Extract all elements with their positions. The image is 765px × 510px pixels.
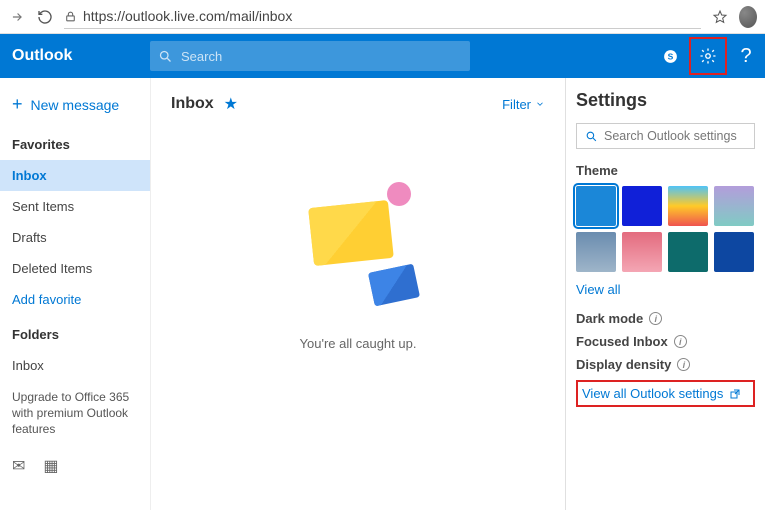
focused-inbox-label[interactable]: Focused Inbox i bbox=[576, 334, 755, 349]
info-icon[interactable]: i bbox=[677, 358, 690, 371]
app-header: Outlook Search S ? bbox=[0, 34, 765, 78]
sidebar-item-drafts[interactable]: Drafts bbox=[0, 222, 150, 253]
theme-view-all-link[interactable]: View all bbox=[576, 282, 755, 297]
sidebar-item-deleted[interactable]: Deleted Items bbox=[0, 253, 150, 284]
search-icon bbox=[585, 130, 598, 143]
settings-search-input[interactable]: Search Outlook settings bbox=[576, 123, 755, 149]
settings-panel: Settings Search Outlook settings Theme V… bbox=[565, 78, 765, 510]
sidebar-item-inbox[interactable]: Inbox bbox=[0, 160, 150, 191]
view-all-outlook-settings-link[interactable]: View all Outlook settings bbox=[576, 380, 755, 407]
filter-button[interactable]: Filter bbox=[502, 97, 545, 112]
settings-title: Settings bbox=[576, 90, 755, 111]
theme-swatch[interactable] bbox=[576, 186, 616, 226]
mail-app-icon[interactable]: ✉ bbox=[12, 456, 25, 476]
filter-label: Filter bbox=[502, 97, 531, 112]
inbox-title: Inbox bbox=[171, 95, 214, 113]
search-icon bbox=[158, 49, 173, 64]
theme-swatch[interactable] bbox=[714, 232, 754, 272]
lock-icon bbox=[64, 10, 77, 23]
folder-inbox[interactable]: Inbox bbox=[0, 350, 150, 381]
empty-state: You're all caught up. bbox=[151, 126, 565, 510]
url-text: https://outlook.live.com/mail/inbox bbox=[83, 8, 292, 24]
settings-gear-icon[interactable] bbox=[689, 37, 727, 75]
add-favorite-link[interactable]: Add favorite bbox=[0, 284, 150, 315]
refresh-icon[interactable] bbox=[36, 9, 54, 25]
sidebar: + New message Favorites Inbox Sent Items… bbox=[0, 78, 150, 510]
theme-swatch[interactable] bbox=[576, 232, 616, 272]
skype-icon[interactable]: S bbox=[651, 37, 689, 75]
folders-header: Folders bbox=[0, 315, 150, 350]
plus-icon: + bbox=[12, 94, 23, 115]
svg-text:S: S bbox=[667, 51, 673, 61]
favorites-header: Favorites bbox=[0, 125, 150, 160]
search-placeholder: Search bbox=[181, 49, 222, 64]
upgrade-banner[interactable]: Upgrade to Office 365 with premium Outlo… bbox=[0, 381, 150, 446]
app-switcher: ✉ ▦ bbox=[0, 446, 150, 486]
empty-text: You're all caught up. bbox=[300, 336, 417, 351]
main-area: Inbox ★ Filter You're all caught up. bbox=[150, 78, 565, 510]
theme-swatch[interactable] bbox=[622, 232, 662, 272]
display-density-label[interactable]: Display density i bbox=[576, 357, 755, 372]
info-icon[interactable]: i bbox=[649, 312, 662, 325]
theme-swatch[interactable] bbox=[622, 186, 662, 226]
theme-swatch[interactable] bbox=[668, 186, 708, 226]
empty-illustration bbox=[303, 186, 413, 296]
chevron-down-icon bbox=[535, 99, 545, 109]
brand-label: Outlook bbox=[0, 47, 150, 65]
theme-swatches bbox=[576, 186, 755, 272]
dark-mode-label[interactable]: Dark mode i bbox=[576, 311, 755, 326]
star-icon[interactable]: ★ bbox=[224, 94, 238, 114]
forward-icon[interactable] bbox=[8, 10, 26, 24]
address-bar[interactable]: https://outlook.live.com/mail/inbox bbox=[64, 5, 701, 29]
theme-swatch[interactable] bbox=[668, 232, 708, 272]
theme-swatch[interactable] bbox=[714, 186, 754, 226]
calendar-app-icon[interactable]: ▦ bbox=[43, 456, 58, 476]
browser-chrome: https://outlook.live.com/mail/inbox bbox=[0, 0, 765, 34]
popout-icon bbox=[729, 388, 741, 400]
theme-label: Theme bbox=[576, 163, 755, 178]
info-icon[interactable]: i bbox=[674, 335, 687, 348]
sidebar-item-sent[interactable]: Sent Items bbox=[0, 191, 150, 222]
profile-avatar[interactable] bbox=[739, 6, 757, 28]
help-icon[interactable]: ? bbox=[727, 37, 765, 75]
new-message-button[interactable]: + New message bbox=[0, 84, 150, 125]
settings-search-placeholder: Search Outlook settings bbox=[604, 129, 737, 143]
search-input[interactable]: Search bbox=[150, 41, 470, 71]
favorite-star-icon[interactable] bbox=[711, 9, 729, 25]
new-message-label: New message bbox=[31, 97, 120, 113]
